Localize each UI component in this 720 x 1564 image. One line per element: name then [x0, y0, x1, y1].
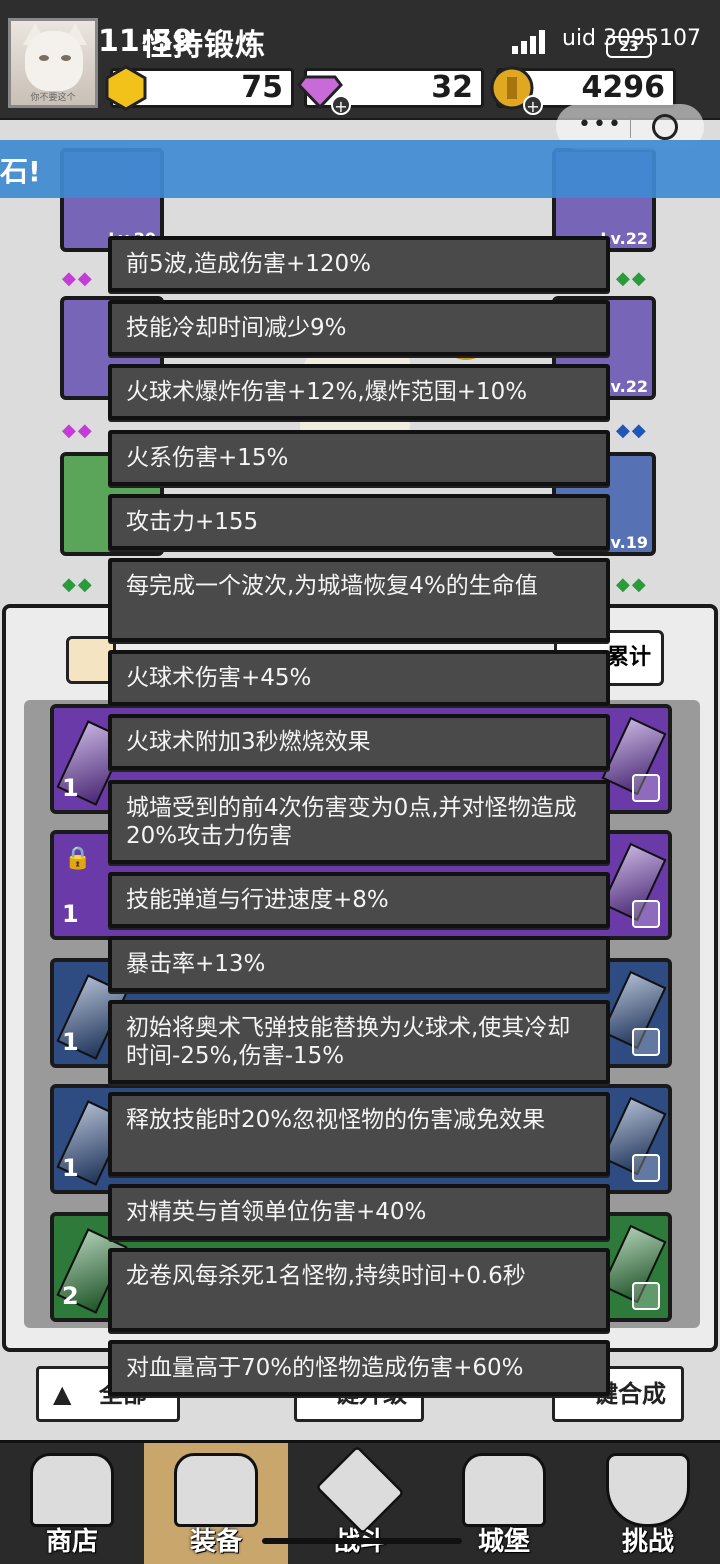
close-mini-program-icon[interactable] [652, 114, 678, 140]
tooltip-item: 对血量高于70%的怪物造成伤害+60% [108, 1340, 610, 1396]
tooltip-item: 对精英与首领单位伤害+40% [108, 1184, 610, 1240]
tooltip-item: 技能弹道与行进速度+8% [108, 872, 610, 928]
nav-battle[interactable]: 战斗 [288, 1443, 432, 1564]
tooltip-item: 火球术附加3秒燃烧效果 [108, 714, 610, 770]
signal-icon [512, 30, 545, 54]
item-count: 1 [62, 900, 79, 928]
lock-icon: 🔒 [64, 846, 92, 871]
top-bar: 你不要这个 怪持锻炼 11:59 uid 3095107 23 75 + 32 … [0, 0, 720, 120]
tooltip-item: 火系伤害+15% [108, 430, 610, 486]
nav-challenge[interactable]: 挑战 [576, 1443, 720, 1564]
nav-castle[interactable]: 城堡 [432, 1443, 576, 1564]
item-count: 1 [62, 1028, 79, 1056]
bottom-nav: 商店 装备 战斗 城堡 挑战 [0, 1440, 720, 1564]
notice-banner: 石! [0, 140, 720, 198]
item-count: 1 [62, 1154, 79, 1182]
up-arrow-icon: ▲ [53, 1380, 72, 1408]
tooltip-item: 释放技能时20%忽视怪物的伤害减免效果 [108, 1092, 610, 1176]
resource-diamond[interactable]: + 32 [297, 68, 484, 116]
more-icon[interactable]: ••• [578, 112, 623, 137]
status-time: 11:59 [98, 24, 194, 59]
tooltip-item: 龙卷风每杀死1名怪物,持续时间+0.6秒 [108, 1248, 610, 1332]
type-badge-icon [632, 900, 660, 928]
gem-row: ◆◆ [62, 574, 94, 595]
resource-gold[interactable]: 75 [105, 65, 294, 111]
tooltip-item: 前5波,造成伤害+120% [108, 236, 610, 292]
tooltip-item: 城墙受到的前4次伤害变为0点,并对怪物造成20%攻击力伤害 [108, 780, 610, 864]
home-indicator [262, 1538, 462, 1544]
gem-row: ◆◆ [616, 420, 648, 441]
type-badge-icon [632, 1028, 660, 1056]
item-count: 2 [62, 1282, 79, 1310]
item-count: 1 [62, 774, 79, 802]
gem-row: ◆◆ [616, 574, 648, 595]
type-badge-icon [632, 1154, 660, 1182]
tooltip-item: 暴击率+13% [108, 936, 610, 992]
gold-hex-icon [105, 65, 147, 111]
add-coin-icon[interactable]: + [523, 95, 543, 116]
shop-icon [30, 1453, 114, 1527]
tooltip-item: 攻击力+155 [108, 494, 610, 550]
player-avatar[interactable]: 你不要这个 [8, 18, 98, 108]
battery-icon: 23 [606, 36, 652, 58]
add-diamond-icon[interactable]: + [331, 95, 351, 116]
tooltip-item: 技能冷却时间减少9% [108, 300, 610, 356]
tooltip-item: 初始将奥术飞弹技能替换为火球术,使其冷却时间-25%,伤害-15% [108, 1000, 610, 1084]
tooltip-item: 火球术伤害+45% [108, 650, 610, 706]
nav-equipment[interactable]: 装备 [144, 1443, 288, 1564]
equipment-bag-icon [174, 1453, 258, 1527]
type-badge-icon [632, 1282, 660, 1310]
gem-row: ◆◆ [62, 268, 94, 289]
nav-shop[interactable]: 商店 [0, 1443, 144, 1564]
gem-row: ◆◆ [616, 268, 648, 289]
gem-row: ◆◆ [62, 420, 94, 441]
challenge-shield-icon [606, 1453, 690, 1527]
castle-icon [462, 1453, 546, 1527]
tooltip-item: 火球术爆炸伤害+12%,爆炸范围+10% [108, 364, 610, 420]
type-badge-icon [632, 774, 660, 802]
resource-coin[interactable]: + 4296 [490, 66, 676, 116]
tooltip-item: 每完成一个波次,为城墙恢复4%的生命值 [108, 558, 610, 642]
